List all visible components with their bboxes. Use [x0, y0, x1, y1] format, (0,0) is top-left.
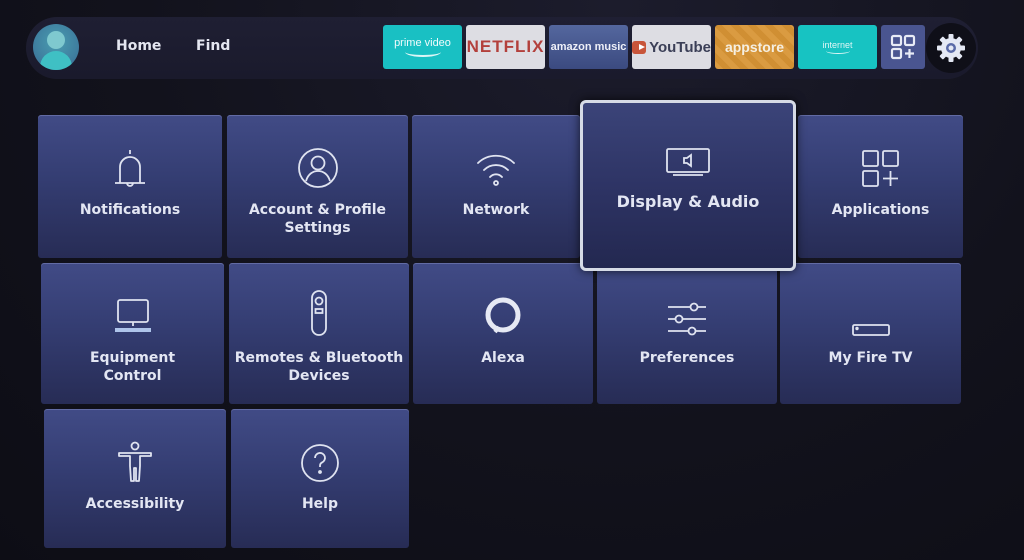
tile-remotes-bluetooth-devices[interactable]: Remotes & Bluetooth Devices: [229, 263, 409, 404]
tile-alexa[interactable]: Alexa: [413, 263, 593, 404]
tile-help[interactable]: Help: [231, 409, 409, 548]
wifi-icon: [475, 145, 517, 189]
accessibility-person-icon: [117, 439, 153, 483]
tile-applications[interactable]: Applications: [798, 115, 963, 258]
app-youtube[interactable]: YouTube: [632, 25, 711, 69]
youtube-play-icon: [632, 40, 647, 54]
tile-label: Help: [301, 496, 339, 512]
tile-network[interactable]: Network: [412, 115, 580, 258]
app-appstore[interactable]: appstore: [715, 25, 794, 69]
tile-label: Equipment Control: [89, 350, 176, 384]
alexa-ring-icon: [482, 293, 524, 337]
remote-icon: [309, 290, 329, 337]
gear-icon: [935, 32, 967, 64]
tile-preferences[interactable]: Preferences: [597, 263, 777, 404]
user-circle-icon: [297, 145, 339, 189]
tile-my-fire-tv[interactable]: My Fire TV: [780, 263, 961, 404]
profile-avatar[interactable]: [33, 24, 79, 70]
app-prime-video[interactable]: prime video: [383, 25, 462, 69]
nav-home[interactable]: Home: [116, 38, 161, 54]
tile-label: My Fire TV: [828, 350, 913, 366]
tile-account-profile-settings[interactable]: Account & Profile Settings: [227, 115, 408, 258]
tile-accessibility[interactable]: Accessibility: [44, 409, 226, 548]
app-label: appstore: [724, 39, 785, 55]
tv-equipment-icon: [111, 293, 155, 337]
nav-find[interactable]: Find: [196, 38, 230, 54]
app-netflix[interactable]: NETFLIX: [466, 25, 545, 69]
question-circle-icon: [300, 439, 340, 483]
tile-label: Alexa: [481, 350, 525, 366]
tile-equipment-control[interactable]: Equipment Control: [41, 263, 224, 404]
all-apps-button[interactable]: [881, 25, 925, 69]
tile-notifications[interactable]: Notifications: [38, 115, 222, 258]
tile-label: Account & Profile Settings: [248, 202, 387, 236]
fire-tv-stick-icon: [851, 293, 891, 337]
apps-grid-plus-icon: [890, 34, 916, 60]
tile-label: Accessibility: [85, 496, 185, 512]
app-amazon-music[interactable]: amazon music: [549, 25, 628, 69]
display-audio-icon: [665, 147, 711, 177]
tile-label: Remotes & Bluetooth Devices: [234, 350, 404, 384]
prime-smile-icon: [404, 47, 441, 57]
apps-grid-plus-icon: [861, 145, 901, 189]
app-label: NETFLIX: [466, 37, 545, 56]
tile-label: Applications: [831, 202, 930, 218]
app-internet[interactable]: internet: [798, 25, 877, 69]
app-label: amazon music: [550, 41, 627, 53]
tile-label: Notifications: [79, 202, 181, 218]
app-label: YouTube: [649, 38, 711, 56]
tile-label: Preferences: [639, 350, 735, 366]
tile-label: Display & Audio: [616, 192, 760, 211]
bell-icon: [110, 145, 150, 189]
sliders-icon: [666, 293, 708, 337]
tile-display-audio[interactable]: Display & Audio: [580, 100, 796, 271]
settings-button[interactable]: [926, 23, 976, 73]
internet-smile-icon: [825, 48, 850, 54]
tile-label: Network: [462, 202, 530, 218]
